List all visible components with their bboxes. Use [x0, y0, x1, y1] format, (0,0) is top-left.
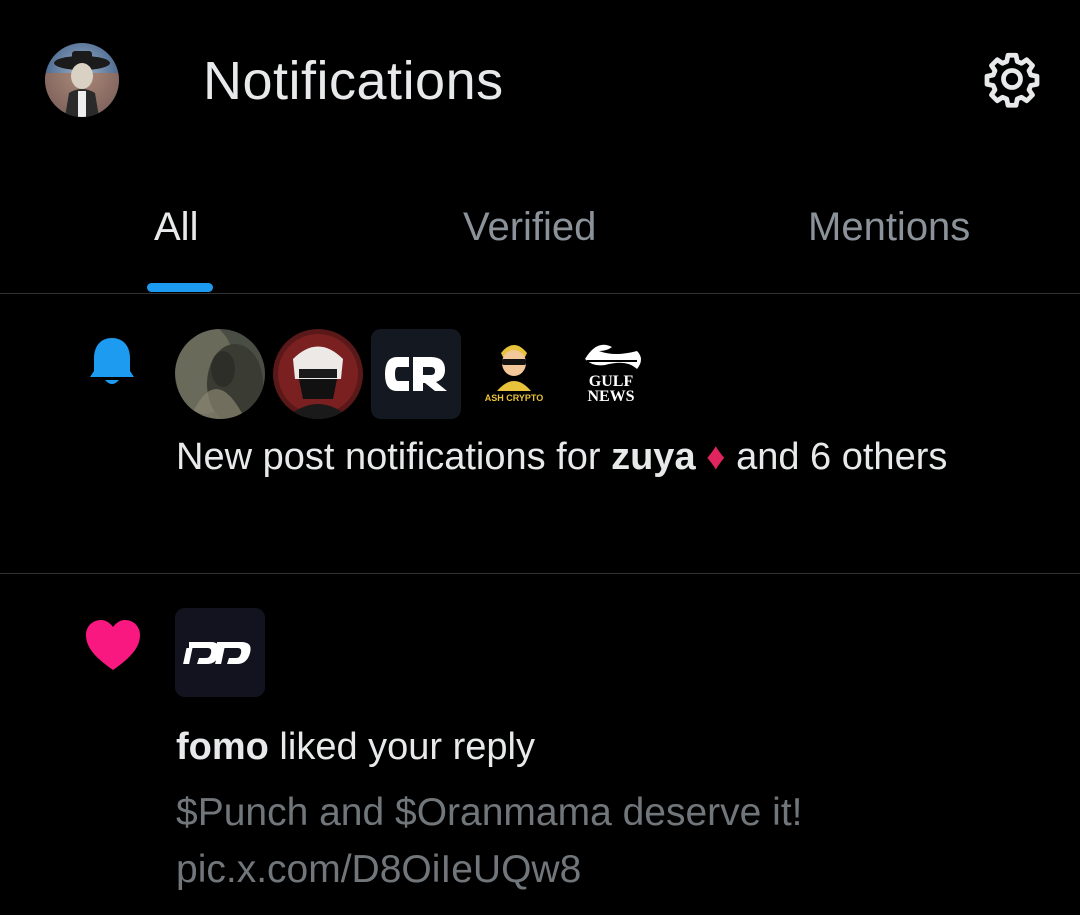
cr-logo-avatar[interactable]	[371, 329, 461, 419]
tab-verified[interactable]: Verified	[463, 205, 596, 250]
settings-button[interactable]	[980, 47, 1044, 111]
fomo-logo-avatar[interactable]	[175, 608, 265, 697]
gulf-news-avatar[interactable]: GULF NEWS	[567, 329, 657, 419]
text-suffix: and 6 others	[725, 436, 948, 478]
user-name[interactable]: fomo	[176, 726, 269, 768]
zuya-avatar[interactable]	[175, 329, 265, 419]
ninja-avatar[interactable]	[273, 329, 363, 419]
notification-text: New post notifications for zuya ♦ and 6 …	[176, 429, 996, 486]
tab-mentions[interactable]: Mentions	[808, 205, 970, 250]
top-bar: Notifications	[0, 0, 1080, 165]
page-title: Notifications	[203, 51, 504, 111]
ash-crypto-label: ASH CRYPTO	[485, 393, 544, 403]
heart-icon	[86, 620, 140, 670]
action-text: liked your reply	[268, 726, 535, 768]
text-prefix: New post notifications for	[176, 436, 612, 478]
profile-avatar[interactable]	[45, 43, 119, 117]
diamond-icon: ♦	[706, 436, 726, 478]
active-tab-indicator	[147, 283, 213, 292]
gear-icon	[984, 52, 1040, 108]
ash-crypto-avatar[interactable]: ASH CRYPTO	[469, 329, 559, 419]
user-name[interactable]: zuya	[611, 436, 695, 478]
notification-text: fomo liked your reply	[176, 719, 996, 776]
notification-tabs: All Verified Mentions	[0, 180, 1080, 293]
bell-icon	[90, 338, 134, 384]
tab-all[interactable]: All	[154, 205, 198, 250]
notification-new-posts[interactable]: ASH CRYPTO GULF NEWS New post notificati…	[0, 294, 1080, 573]
gulf-news-label-2: NEWS	[587, 388, 634, 405]
notification-like[interactable]: fomo liked your reply $Punch and $Oranma…	[0, 574, 1080, 915]
notifications-screen: Notifications All Verified Mentions ASH …	[0, 0, 1080, 915]
reply-preview: $Punch and $Oranmama deserve it! pic.x.c…	[176, 791, 803, 891]
